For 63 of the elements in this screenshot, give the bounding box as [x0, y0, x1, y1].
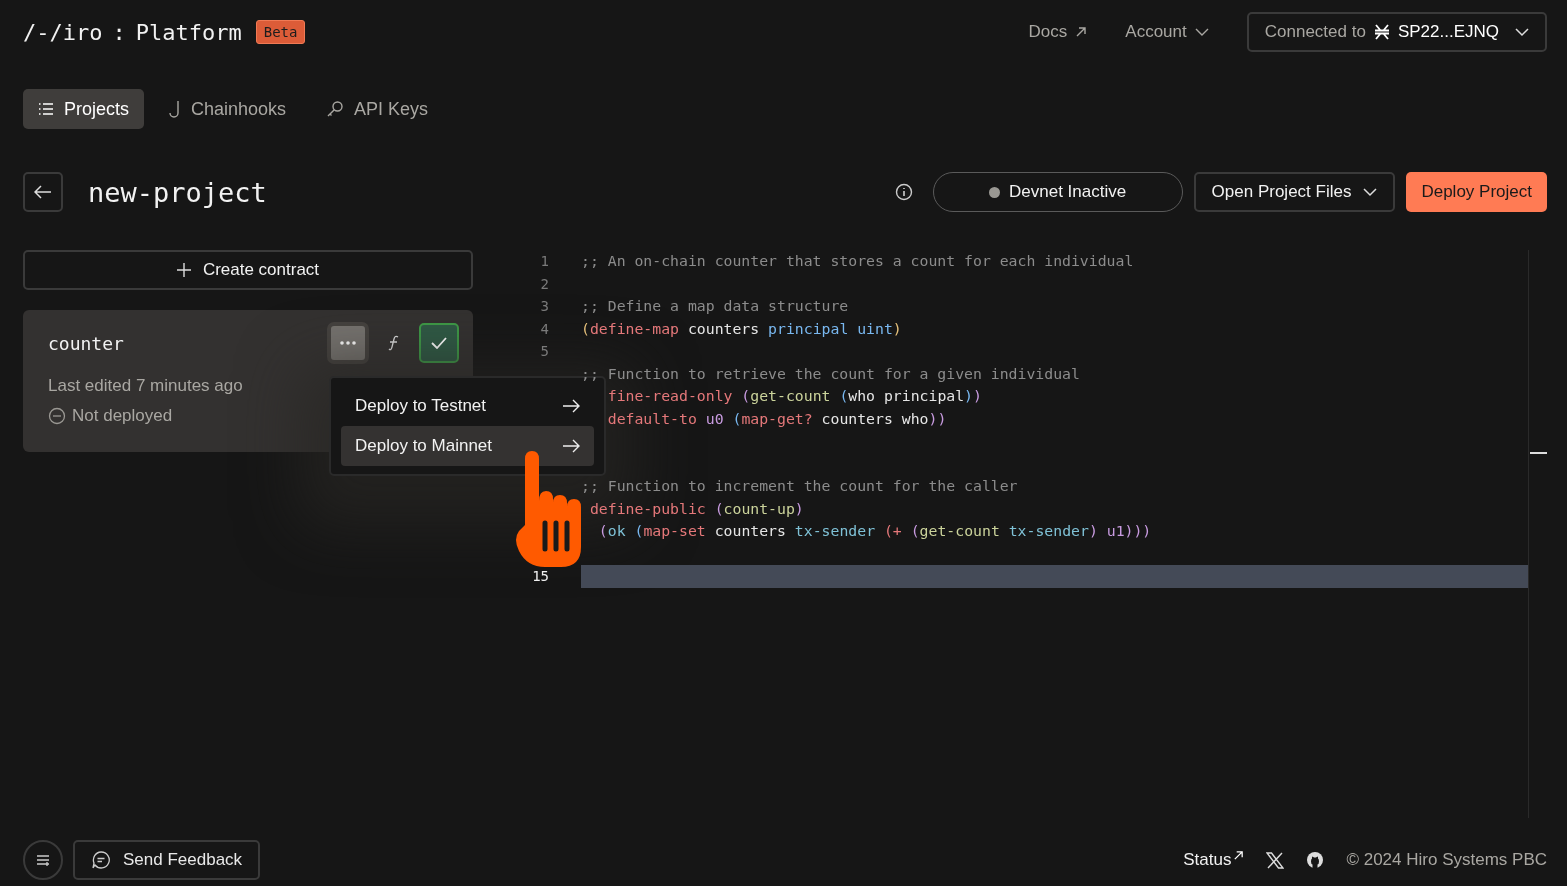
list-icon: [36, 854, 50, 866]
line-number: 15: [531, 568, 549, 585]
open-project-files-button[interactable]: Open Project Files: [1193, 172, 1396, 212]
line-number: 1: [539, 253, 549, 270]
project-title: new-project: [88, 176, 267, 208]
code-line: ;; Function to retrieve the count for a given individual: [581, 363, 1081, 384]
stacks-logo-icon: [1373, 24, 1390, 40]
external-link-icon: [1233, 850, 1245, 861]
chevron-down-icon: [1515, 27, 1529, 37]
code-line: (ok (map-set counters tx-sender (+ (get-count tx-sender) u1))): [597, 521, 1153, 541]
info-icon[interactable]: [894, 183, 913, 201]
beta-badge: Beta: [255, 20, 306, 44]
last-edited-text: Last edited 7 minutes ago: [48, 376, 244, 396]
back-button[interactable]: [23, 172, 63, 212]
chevron-down-icon: [1363, 187, 1378, 197]
nav-tab[interactable]: Chainhooks: [154, 89, 302, 129]
code-line: fine-read-only (get-count (who principal)): [606, 386, 983, 406]
menu-button[interactable]: [23, 840, 63, 880]
minus-circle-icon: [48, 407, 66, 425]
deploy-status-text: Not deployed: [72, 406, 173, 426]
code-line: ;; Define a map data structure: [581, 296, 850, 316]
plus-icon: [176, 263, 191, 277]
external-link-icon: [1075, 26, 1088, 38]
arrow-right-icon: [562, 399, 580, 413]
nav-link[interactable]: Account: [1125, 22, 1209, 42]
hook-icon: [169, 100, 182, 118]
arrow-left-icon: [34, 185, 52, 199]
menu-item[interactable]: Deploy to Mainnet: [341, 426, 594, 466]
contract-name: counter: [48, 332, 124, 354]
ellipsis-icon: [340, 341, 356, 345]
line-number: 5: [539, 343, 549, 360]
scrollbar[interactable]: [1528, 250, 1547, 818]
nav-tab[interactable]: Projects: [23, 89, 145, 129]
github-logo-icon[interactable]: [1306, 851, 1325, 869]
code-line: default-to u0 (map-get? counters who)): [606, 408, 948, 429]
code-line: ;; An on-chain counter that stores a count for each individual: [581, 251, 1135, 271]
checkmark-icon: [431, 337, 447, 349]
nav-tab[interactable]: API Keys: [311, 89, 444, 129]
create-contract-button[interactable]: Create contract: [23, 250, 473, 290]
more-options-button[interactable]: [327, 322, 369, 364]
nav-link[interactable]: Docs: [1028, 22, 1088, 42]
deploy-project-button[interactable]: Deploy Project: [1406, 172, 1547, 212]
function-icon[interactable]: [387, 335, 401, 351]
wallet-button[interactable]: Connected to SP22...EJNQ: [1246, 12, 1547, 52]
send-feedback-button[interactable]: Send Feedback: [73, 840, 261, 880]
key-icon: [326, 100, 345, 118]
line-number: 2: [539, 275, 549, 292]
x-logo-icon[interactable]: [1266, 851, 1285, 869]
logo-text[interactable]: /-/iro: [23, 19, 103, 45]
code-line: (define-map counters principal uint): [581, 318, 903, 339]
code-line: ;; Function to increment the count for the caller: [581, 476, 1019, 496]
copyright-text: © 2024 Hiro Systems PBC: [1346, 850, 1547, 870]
logo-separator: :: [112, 19, 126, 45]
chat-bubble-icon: [91, 850, 111, 870]
check-contract-button[interactable]: [419, 323, 459, 363]
product-name: Platform: [135, 19, 242, 45]
list-icon: [38, 102, 54, 116]
line-number: 3: [539, 298, 549, 315]
status-link[interactable]: Status: [1183, 850, 1245, 870]
arrow-right-icon: [562, 439, 580, 453]
line-number: 4: [539, 320, 549, 337]
chevron-down-icon: [1194, 27, 1209, 37]
code-line: define-public (count-up): [588, 498, 805, 519]
